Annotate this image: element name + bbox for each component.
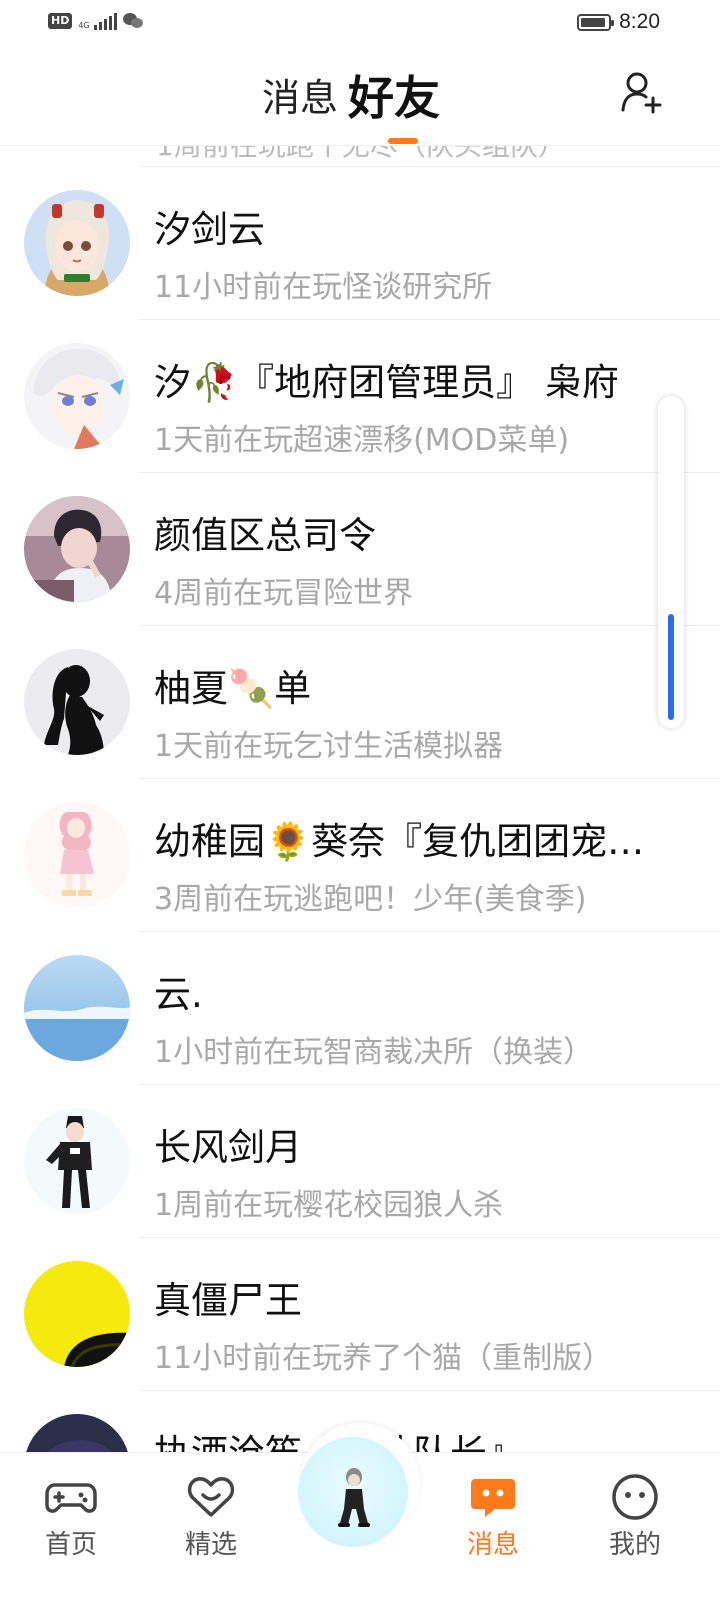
nav-label: 消息: [466, 1530, 519, 1560]
active-tab-indicator: [388, 138, 418, 144]
friend-name: 真僵尸王: [154, 1279, 302, 1322]
hd-badge: HD: [48, 13, 73, 29]
avatar[interactable]: [24, 955, 130, 1061]
nav-home[interactable]: 首页: [16, 1471, 126, 1561]
battery-icon: [577, 13, 615, 31]
signal-icon: 4G: [78, 12, 117, 30]
friend-list[interactable]: 1周前在玩跑个无尽（队头组队） 汐剑云 11小时前在玩怪谈研究所: [0, 146, 720, 1484]
nav-mine[interactable]: 我的: [580, 1471, 690, 1561]
list-item[interactable]: 真僵尸王 11小时前在玩养了个猫（重制版）: [0, 1216, 720, 1391]
avatar[interactable]: [298, 1437, 408, 1547]
clock: 8:20: [619, 10, 660, 33]
friend-name: 云.: [154, 973, 203, 1016]
chat-bubble-icon: [467, 1471, 519, 1523]
avatar[interactable]: [24, 496, 130, 602]
avatar[interactable]: [24, 1261, 130, 1367]
tab-bar: 消息 好友: [262, 74, 440, 122]
friend-name: 汐剑云: [154, 208, 265, 251]
list-item[interactable]: 汐剑云 11小时前在玩怪谈研究所: [0, 146, 720, 320]
tab-friends[interactable]: 好友: [348, 74, 440, 122]
nav-label: 我的: [608, 1530, 661, 1560]
list-item[interactable]: 幼稚园🌻葵奈『复仇团团宠… 3周前在玩逃跑吧！少年(美食季): [0, 757, 720, 932]
heart-icon: [185, 1471, 237, 1523]
scrollbar[interactable]: [658, 396, 684, 728]
face-icon: [609, 1471, 661, 1523]
avatar[interactable]: [24, 1108, 130, 1214]
nav-featured[interactable]: 精选: [156, 1471, 266, 1561]
friend-name: 颜值区总司令: [154, 514, 376, 557]
status-right: 8:20: [577, 10, 660, 34]
avatar[interactable]: [24, 343, 130, 449]
friend-name: 幼稚园🌻葵奈『复仇团团宠…: [154, 820, 645, 863]
status-left: HD 4G: [48, 12, 145, 30]
list-item[interactable]: 云. 1小时前在玩智商裁决所（换装）: [0, 910, 720, 1085]
bottom-nav: 首页 精选 消息 我的: [0, 1423, 720, 1600]
nav-messages[interactable]: 消息: [438, 1471, 548, 1561]
avatar[interactable]: [24, 802, 130, 908]
nav-label: 精选: [184, 1530, 237, 1560]
list-item[interactable]: 汐🥀『地府团管理员』 枭府 1天前在玩超速漂移(MOD菜单): [0, 298, 720, 473]
scroll-thumb[interactable]: [668, 614, 674, 720]
list-item[interactable]: 颜值区总司令 4周前在玩冒险世界: [0, 451, 720, 626]
list-item[interactable]: 柚夏🍡单 1天前在玩乞讨生活模拟器: [0, 604, 720, 779]
list-item[interactable]: 长风剑月 1周前在玩樱花校园狼人杀: [0, 1063, 720, 1238]
wechat-icon: [122, 12, 145, 30]
friend-name: 汐🥀『地府团管理员』 枭府: [154, 361, 619, 404]
add-person-icon[interactable]: [620, 70, 664, 114]
status-bar: HD 4G 8:20: [0, 0, 720, 48]
avatar[interactable]: [24, 649, 130, 755]
header: 消息 好友: [0, 48, 720, 146]
avatar[interactable]: [24, 190, 130, 296]
gamepad-icon: [45, 1471, 97, 1523]
nav-label: 首页: [44, 1530, 97, 1560]
friend-name: 长风剑月: [154, 1126, 302, 1169]
friend-name: 柚夏🍡单: [154, 667, 312, 710]
tab-messages[interactable]: 消息: [262, 74, 338, 122]
